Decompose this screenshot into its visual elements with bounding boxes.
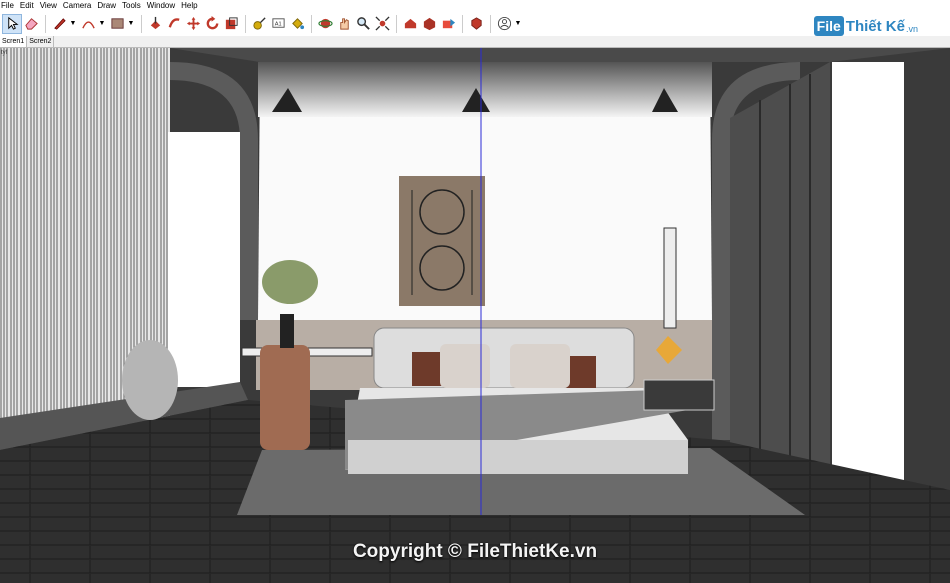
window-right xyxy=(832,62,904,490)
vase xyxy=(280,314,294,348)
3d-viewport[interactable] xyxy=(0,48,950,583)
menu-window[interactable]: Window xyxy=(144,0,178,11)
paint-bucket-icon[interactable] xyxy=(288,15,306,33)
warehouse-icon[interactable] xyxy=(401,15,419,33)
toolbar-separator xyxy=(245,14,246,33)
share-icon[interactable] xyxy=(439,15,457,33)
tape-measure-icon[interactable] xyxy=(250,15,268,33)
tab-scren1[interactable]: Scren1 xyxy=(0,36,28,47)
bed-base xyxy=(348,440,688,474)
extension-icon[interactable] xyxy=(420,15,438,33)
menu-file[interactable]: File xyxy=(0,0,17,11)
toolbar-separator xyxy=(490,14,491,33)
scene-label: tyf xyxy=(1,50,8,56)
chevron-down-icon[interactable]: ▼ xyxy=(127,15,135,33)
tab-scren2[interactable]: Scren2 xyxy=(27,36,55,47)
rectangle-icon[interactable] xyxy=(108,15,126,33)
wardrobe xyxy=(730,62,830,490)
move-icon[interactable] xyxy=(184,15,202,33)
chair xyxy=(260,345,310,450)
menu-tools[interactable]: Tools xyxy=(119,0,144,11)
push-pull-icon[interactable] xyxy=(146,15,164,33)
toolbar-separator xyxy=(311,14,312,33)
ruby-icon[interactable] xyxy=(467,15,485,33)
text-icon[interactable]: A1 xyxy=(269,15,287,33)
copyright-watermark: Copyright © FileThietKe.vn xyxy=(352,541,598,562)
logo-text: Thiết Kế xyxy=(845,17,905,35)
logo-box: File xyxy=(813,16,844,36)
zoom-icon[interactable] xyxy=(354,15,372,33)
select-icon[interactable] xyxy=(2,13,22,34)
orbit-icon[interactable] xyxy=(316,15,334,33)
menu-help[interactable]: Help xyxy=(178,0,200,11)
chevron-down-icon[interactable]: ▼ xyxy=(514,15,522,33)
toolbar-separator xyxy=(141,14,142,33)
plant xyxy=(262,260,318,304)
scale-icon[interactable] xyxy=(222,15,240,33)
menu-camera[interactable]: Camera xyxy=(60,0,94,11)
pencil-icon[interactable] xyxy=(50,15,68,33)
logo-tld: .vn xyxy=(905,23,918,34)
pan-icon[interactable] xyxy=(335,15,353,33)
toolbar-separator xyxy=(396,14,397,33)
chevron-down-icon[interactable]: ▼ xyxy=(69,15,77,33)
zoom-extents-icon[interactable] xyxy=(373,15,391,33)
arc-icon[interactable] xyxy=(79,15,97,33)
account-icon[interactable] xyxy=(495,15,513,33)
menu-draw[interactable]: Draw xyxy=(94,0,119,11)
menu-bar: File Edit View Camera Draw Tools Window … xyxy=(0,0,950,11)
pendant-lamp xyxy=(663,227,677,329)
figurine xyxy=(122,340,178,420)
svg-text:A1: A1 xyxy=(274,21,281,27)
scene-tabs: Scren1 Scren2 xyxy=(0,36,950,48)
follow-me-icon[interactable] xyxy=(165,15,183,33)
chevron-down-icon[interactable]: ▼ xyxy=(98,15,106,33)
toolbar-separator xyxy=(462,14,463,33)
eraser-icon[interactable] xyxy=(22,15,40,33)
menu-view[interactable]: View xyxy=(37,0,60,11)
bedroom-scene xyxy=(0,48,950,583)
rotate-icon[interactable] xyxy=(203,15,221,33)
window-left xyxy=(168,132,240,387)
menu-edit[interactable]: Edit xyxy=(17,0,37,11)
toolbar-separator xyxy=(45,14,46,33)
toolbar: ▼ ▼ ▼ A1 ▼ xyxy=(0,11,950,36)
nightstand xyxy=(643,379,715,411)
